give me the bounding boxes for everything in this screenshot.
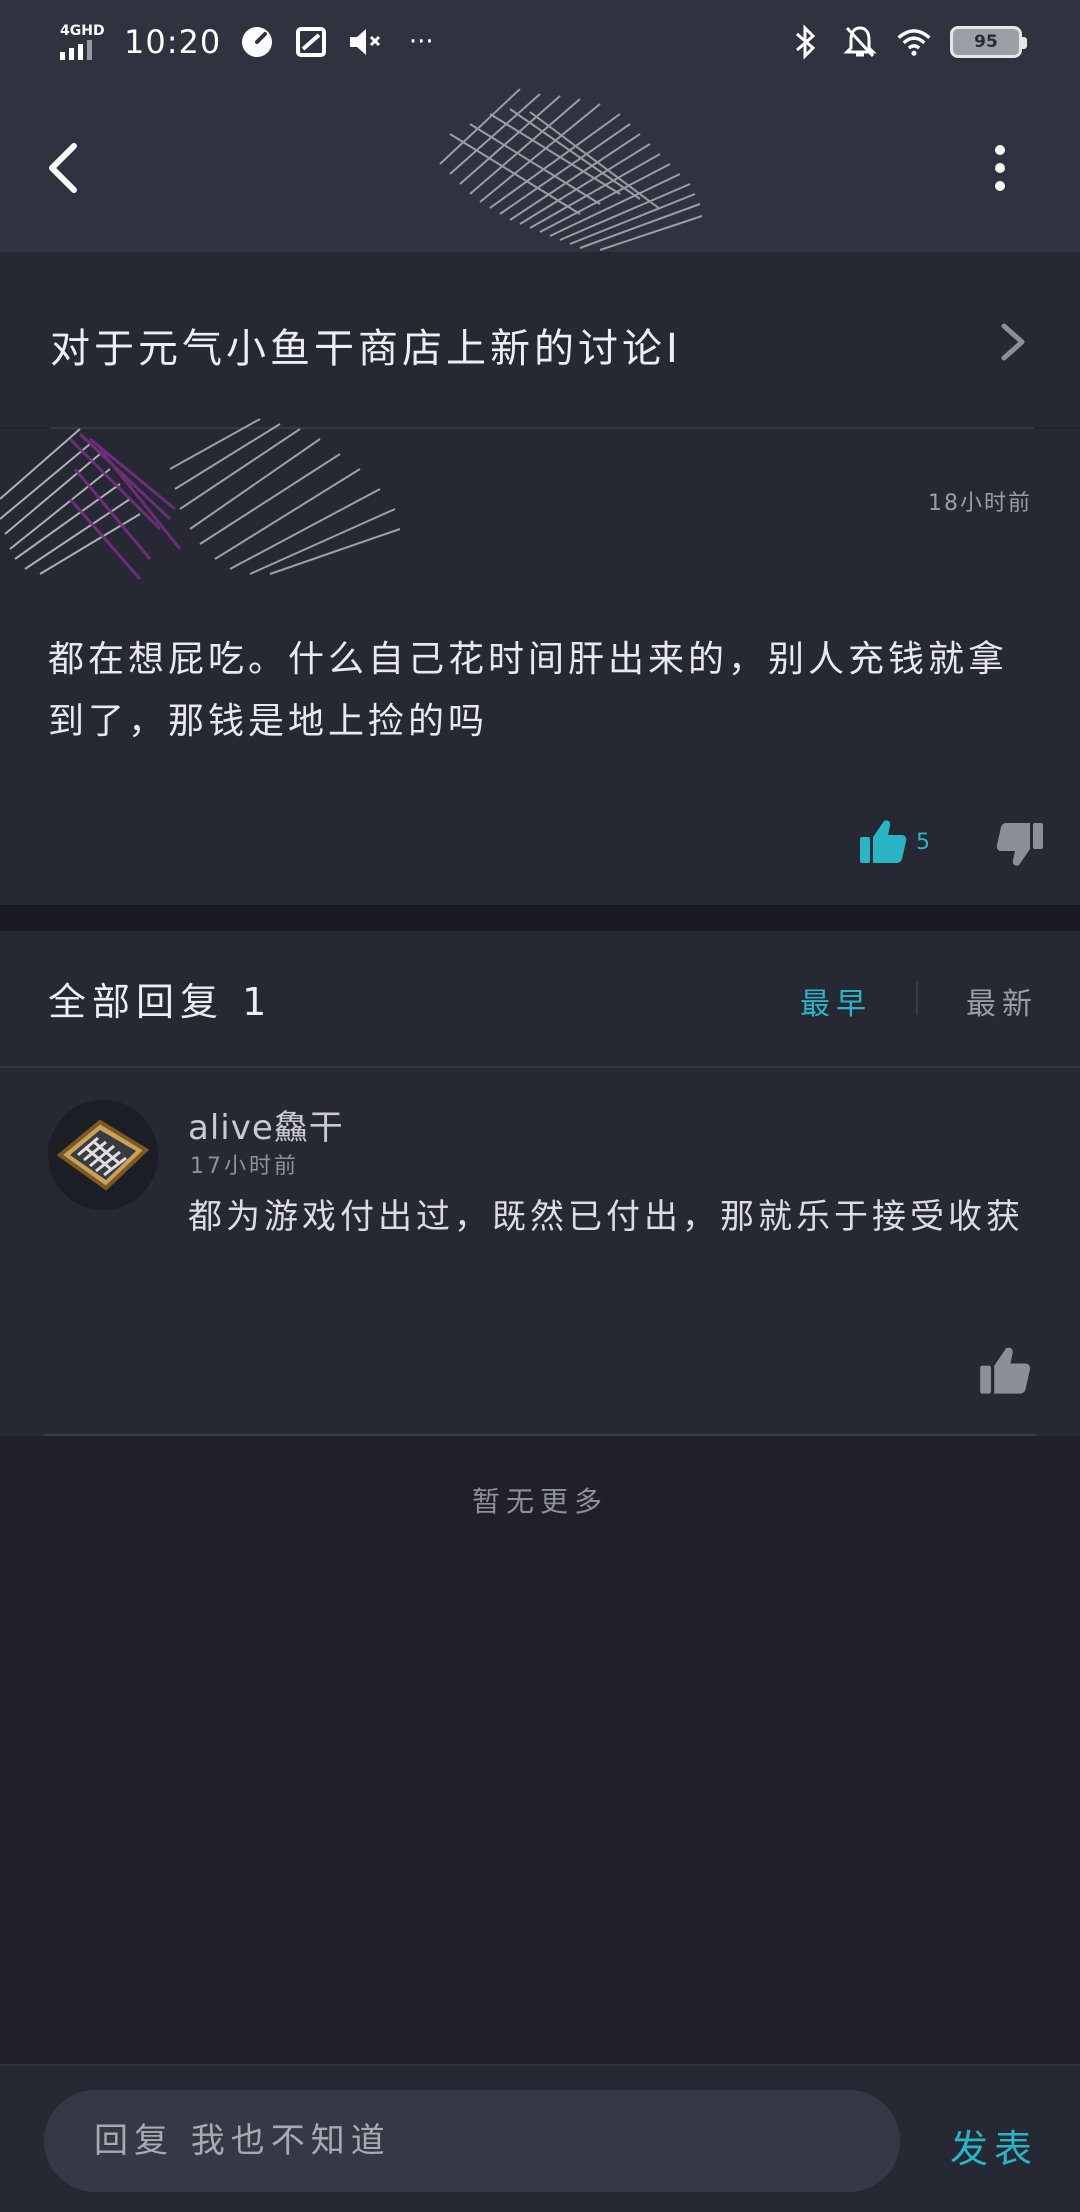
status-bar: 4GHD 10:20 ··· 95 — [0, 0, 1080, 84]
status-bar-left: 4GHD 10:20 ··· — [58, 22, 441, 62]
reply-author-name[interactable]: alive鱻干 — [188, 1100, 344, 1149]
publish-button[interactable]: 发表 — [950, 2118, 1038, 2173]
dislike-button[interactable] — [995, 819, 1045, 869]
topic-link[interactable]: 对于元气小鱼干商店上新的讨论Ⅰ — [0, 252, 1080, 428]
redacted-scribble — [439, 88, 703, 251]
replies-header: 全部回复 1 最早 最新 — [0, 931, 1080, 1067]
back-button[interactable] — [40, 134, 90, 204]
mute-icon — [347, 24, 383, 60]
kebab-menu-icon — [995, 145, 1005, 191]
bell-off-icon — [842, 24, 878, 60]
topic-title: 对于元气小鱼干商店上新的讨论Ⅰ — [50, 326, 682, 372]
network-type: 4GHD — [60, 23, 105, 39]
sort-divider — [916, 981, 918, 1015]
top-nav — [0, 84, 1080, 252]
reply-item: alive鱻干 17小时前 都为游戏付出过，既然已付出，那就乐于接受收获 — [0, 1068, 1080, 1436]
clock: 10:20 — [124, 23, 222, 61]
header: 4GHD 10:20 ··· 95 — [0, 0, 1080, 252]
replies-title: 全部回复 1 — [48, 980, 273, 1024]
battery-icon: 95 — [950, 26, 1027, 58]
thumbs-down-icon — [996, 823, 1043, 866]
more-options-button[interactable] — [980, 134, 1020, 204]
sort-latest-tab[interactable]: 最新 — [966, 979, 1038, 1023]
sim-icon — [293, 24, 329, 60]
post-body: 都在想屁吃。什么自己花时间肝出来的，别人充钱就拿到了，那钱是地上捡的吗 — [48, 639, 1009, 742]
battery-level: 95 — [974, 32, 998, 52]
reply-time: 17小时前 — [190, 1154, 299, 1179]
sort-earliest-tab[interactable]: 最早 — [800, 979, 872, 1023]
no-more-label: 暂无更多 — [471, 1485, 608, 1518]
status-bar-right: 95 — [788, 24, 1027, 60]
speedometer-icon — [239, 24, 275, 60]
more-status-icon: ··· — [408, 27, 434, 57]
post-card: 18小时前 都在想屁吃。什么自己花时间肝出来的，别人充钱就拿到了，那钱是地上捡的… — [0, 418, 1080, 905]
divider — [44, 1434, 1036, 1436]
post-time: 18小时前 — [928, 491, 1032, 516]
avatar[interactable] — [48, 1100, 158, 1210]
reply-like-button[interactable] — [978, 1344, 1032, 1398]
bottom-reply-bar: 发表 — [0, 2064, 1080, 2212]
signal-icon: 4GHD — [58, 22, 106, 62]
like-button[interactable]: 5 — [858, 817, 930, 867]
fish-tray-avatar-icon — [48, 1100, 158, 1210]
section-gap — [0, 905, 1080, 931]
bluetooth-icon — [788, 24, 824, 60]
reply-input[interactable] — [44, 2090, 900, 2192]
redacted-author-scribble — [0, 418, 401, 580]
thumbs-up-icon — [980, 1347, 1031, 1394]
chevron-right-icon — [1001, 323, 1025, 361]
chevron-left-icon — [49, 143, 77, 193]
like-count: 5 — [916, 829, 930, 855]
thumbs-up-icon — [860, 820, 907, 863]
reply-body: 都为游戏付出过，既然已付出，那就乐于接受收获 — [188, 1197, 1024, 1237]
wifi-icon — [896, 24, 932, 60]
